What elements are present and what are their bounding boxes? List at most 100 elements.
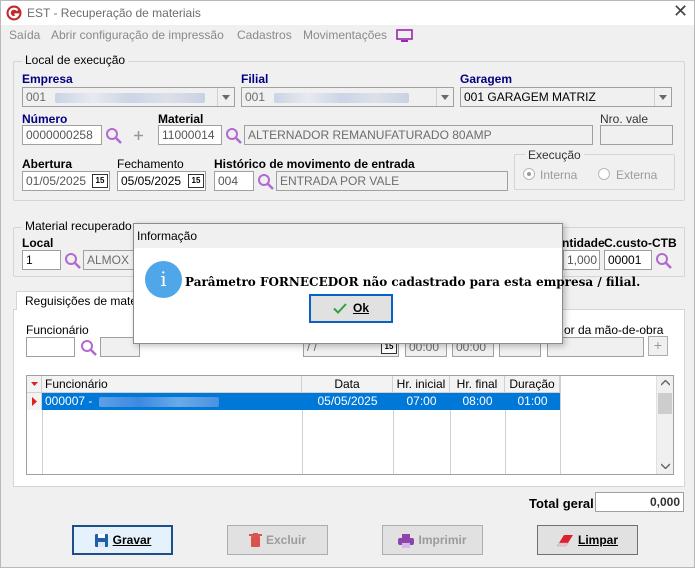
info-icon: i	[145, 261, 182, 298]
imprimir-button[interactable]: Imprimir	[382, 525, 483, 555]
col-divider	[450, 410, 451, 474]
fechamento-value: 05/05/2025	[121, 174, 182, 188]
limpar-button[interactable]: Limpar	[537, 525, 638, 555]
search-icon[interactable]	[80, 339, 98, 357]
historico-code-input[interactable]: 004	[214, 171, 254, 191]
dialog-message: Parâmetro FORNECEDOR não cadastrado para…	[185, 275, 641, 289]
empresa-value: 001	[26, 90, 47, 104]
search-icon[interactable]	[105, 127, 123, 145]
check-icon	[333, 303, 347, 315]
garagem-select[interactable]: 001 GARAGEM MATRIZ	[460, 87, 672, 107]
tab-requisicoes[interactable]: Reguisições de materia	[16, 291, 150, 310]
col-divider	[393, 410, 394, 474]
col-divider	[560, 376, 561, 474]
col-divider	[505, 410, 506, 474]
eraser-icon	[556, 535, 573, 547]
save-icon	[94, 534, 108, 548]
tab-requisicoes-label: Reguisições de materia	[25, 294, 151, 308]
gravar-button[interactable]: Gravar	[72, 525, 173, 555]
monitor-icon[interactable]	[396, 29, 413, 43]
quantidade-input[interactable]: 1,000	[563, 250, 600, 270]
ok-label: Ok	[352, 301, 369, 315]
historico-desc-field: ENTRADA POR VALE	[276, 171, 508, 191]
col-header-data[interactable]: Data	[302, 376, 393, 393]
fechamento-label: Fechamento	[117, 157, 184, 171]
ccusto-input[interactable]: 00001	[604, 250, 652, 270]
add-button[interactable]: +	[648, 336, 668, 356]
funcionario-code-input[interactable]	[26, 337, 75, 357]
search-icon[interactable]	[257, 173, 275, 191]
chevron-down-icon[interactable]	[217, 88, 234, 106]
scroll-up-icon[interactable]	[661, 380, 670, 386]
radio-interna[interactable]	[523, 168, 535, 180]
col-header-duracao[interactable]: Duração	[505, 376, 560, 393]
menu-movimentacoes[interactable]: Movimentações	[303, 28, 387, 42]
filial-value: 001	[245, 90, 266, 104]
table-row-cell-data[interactable]: 05/05/2025	[302, 393, 393, 410]
material-code-input[interactable]: 11000014	[158, 125, 222, 145]
menu-abrir-configuracao[interactable]: Abrir configuração de impressão	[51, 28, 224, 42]
row-funcionario-value: 000007 -	[45, 394, 93, 408]
search-icon[interactable]	[64, 252, 82, 270]
grid-indicator-header	[27, 376, 42, 393]
local-code-input[interactable]: 1	[22, 250, 61, 270]
row-pointer-icon	[32, 397, 37, 406]
dialog-title: Informação	[134, 224, 562, 248]
table-row-cell-hr-final[interactable]: 08:00	[450, 393, 505, 410]
externa-label: Externa	[616, 168, 658, 182]
col-divider	[42, 410, 43, 474]
app-logo-icon	[6, 5, 22, 21]
close-icon[interactable]: ✕	[673, 2, 688, 22]
imprimir-label: Imprimir	[418, 533, 467, 547]
ok-button[interactable]: Ok	[309, 294, 393, 323]
excluir-button[interactable]: Excluir	[227, 525, 328, 555]
scroll-thumb[interactable]	[658, 393, 672, 414]
filial-select[interactable]: 001	[241, 87, 454, 107]
title-bar: EST - Recuperação de materiais ✕	[1, 1, 694, 25]
gravar-label: Gravar	[112, 533, 152, 547]
local-label: Local	[22, 236, 54, 250]
chevron-down-icon[interactable]	[654, 88, 671, 106]
scroll-down-icon[interactable]	[661, 463, 670, 469]
limpar-label: Limpar	[577, 533, 618, 547]
calendar-icon[interactable]: 15	[92, 174, 108, 188]
col-header-funcionario[interactable]: Funcionário	[42, 376, 302, 393]
grid-vertical-scrollbar[interactable]	[656, 376, 673, 474]
local-desc-field: ALMOX M	[83, 250, 138, 270]
calendar-icon[interactable]: 15	[188, 174, 204, 188]
info-dialog: Informação i Parâmetro FORNECEDOR não ca…	[133, 223, 640, 344]
search-icon[interactable]	[225, 127, 243, 145]
row-funcionario-redacted	[98, 396, 219, 407]
quantidade-label: ntidade	[562, 236, 605, 250]
chevron-down-icon[interactable]	[436, 88, 453, 106]
execucao-title: Execução	[525, 148, 584, 162]
total-geral-field: 0,000	[595, 492, 684, 512]
col-divider	[302, 410, 303, 474]
table-row-cell-funcionario[interactable]: 000007 -	[42, 393, 302, 410]
plus-icon[interactable]	[133, 130, 144, 141]
numero-input[interactable]: 0000000258	[22, 125, 102, 145]
mao-obra-label: or da mão-de-obra	[564, 323, 664, 337]
row-indicator[interactable]	[27, 393, 42, 410]
filial-redacted	[274, 92, 410, 103]
search-icon[interactable]	[655, 252, 673, 270]
ccusto-label: C.custo-CTB	[604, 236, 677, 250]
radio-externa[interactable]	[598, 168, 610, 180]
col-header-hr-final[interactable]: Hr. final	[450, 376, 505, 393]
empresa-label: Empresa	[22, 72, 73, 86]
nro-vale-input[interactable]	[600, 125, 673, 145]
garagem-value: 001 GARAGEM MATRIZ	[464, 90, 596, 104]
empresa-select[interactable]: 001	[22, 87, 235, 107]
menu-cadastros[interactable]: Cadastros	[237, 28, 292, 42]
table-row-cell-hr-inicial[interactable]: 07:00	[393, 393, 450, 410]
sort-down-icon[interactable]	[28, 376, 41, 392]
menu-saida[interactable]: Saída	[9, 28, 40, 42]
col-header-hr-inicial[interactable]: Hr. inicial	[393, 376, 450, 393]
table-row-cell-duracao[interactable]: 01:00	[505, 393, 560, 410]
interna-label: Interna	[540, 168, 578, 182]
numero-label: Número	[22, 112, 68, 126]
window-title: EST - Recuperação de materiais	[27, 6, 201, 20]
total-geral-label: Total geral	[529, 496, 594, 511]
funcionario-label: Funcionário	[26, 323, 89, 337]
trash-icon	[248, 533, 262, 548]
